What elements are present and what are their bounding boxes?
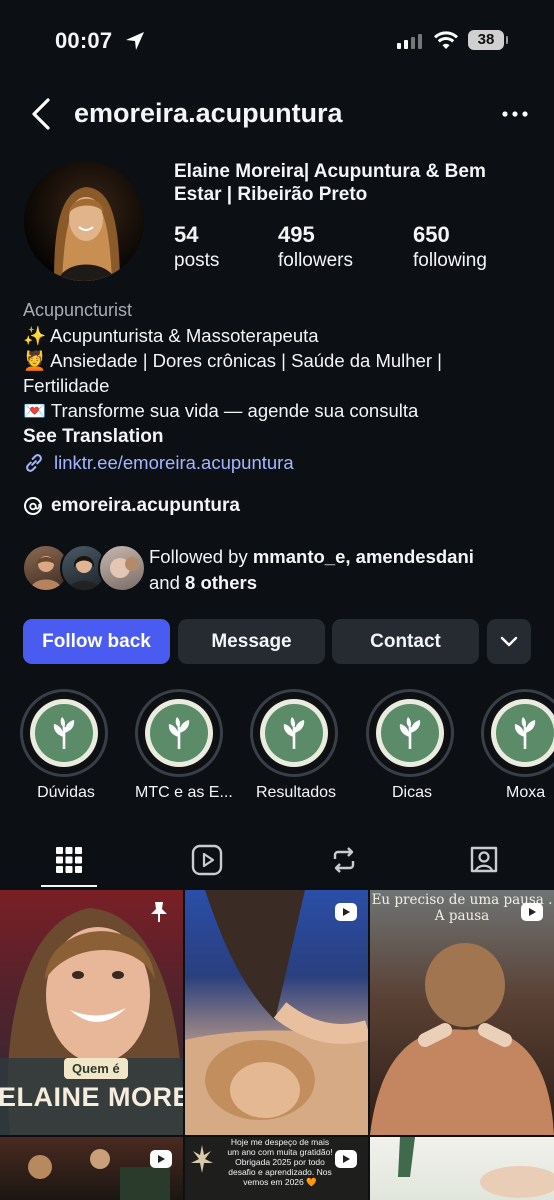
avatar: [98, 544, 146, 592]
tree-icon: [399, 717, 421, 749]
wifi-icon: [433, 31, 459, 49]
tab-reels[interactable]: [187, 840, 227, 880]
location-arrow-icon: [126, 32, 144, 50]
highlight-moxa[interactable]: Moxa: [481, 689, 554, 802]
profile-link[interactable]: linktr.ee/emoreira.acupuntura: [23, 452, 294, 474]
post-decoration-image: [191, 1145, 213, 1173]
followed-by-names: mmanto_e, amendesdani: [252, 546, 474, 567]
highlight-mtc[interactable]: MTC e as E...: [135, 689, 233, 802]
bio-line: ✨ Acupunturista & Massoterapeuta: [23, 325, 319, 346]
reel-badge-icon: [335, 1150, 357, 1168]
follow-back-button[interactable]: Follow back: [23, 619, 170, 664]
post-banner-text: ELAINE MOREIR: [0, 1082, 183, 1112]
bio-line: 💆 Ansiedade | Dores crônicas | Saúde da …: [23, 350, 442, 371]
mutual-followers-avatars[interactable]: [22, 544, 146, 592]
tab-tagged[interactable]: [464, 840, 504, 880]
highlight-label: Dicas: [391, 784, 432, 801]
followers-count-label: followers: [278, 250, 353, 271]
highlight-label: MTC e as E...: [135, 784, 233, 801]
grid-post[interactable]: [185, 890, 368, 1135]
active-tab-indicator: [41, 885, 97, 887]
grid-post[interactable]: [370, 1137, 554, 1200]
post-badge-text: Quem é: [64, 1058, 128, 1079]
followers-count-value: 495: [278, 222, 315, 247]
tree-icon: [168, 717, 190, 749]
followers-count[interactable]: 495 followers: [278, 222, 353, 272]
posts-count-value: 54: [174, 222, 199, 247]
cellular-signal-icon: [397, 33, 422, 49]
link-icon: [26, 454, 42, 472]
more-options-icon[interactable]: [500, 104, 530, 124]
threads-link[interactable]: emoreira.acupuntura: [23, 495, 240, 517]
avatar-portrait-image: [24, 161, 144, 281]
grid-icon: [56, 847, 82, 873]
post-thumbnail-image: [185, 890, 368, 1135]
profile-username: emoreira.acupuntura: [74, 98, 343, 128]
reel-badge-icon: [521, 903, 543, 921]
followed-by-others: 8 others: [185, 572, 257, 593]
suggested-accounts-button[interactable]: [487, 619, 531, 664]
tree-icon: [514, 717, 536, 749]
reel-badge-icon: [150, 1150, 172, 1168]
contact-button[interactable]: Contact: [332, 619, 479, 664]
highlight-resultados[interactable]: Resultados: [250, 689, 342, 802]
reel-badge-icon: [335, 903, 357, 921]
highlight-label: Moxa: [506, 784, 546, 801]
post-thumbnail-image: [398, 1137, 554, 1198]
grid-post[interactable]: Quem é ELAINE MOREIR: [0, 890, 183, 1135]
highlight-label: Resultados: [255, 784, 337, 801]
following-count[interactable]: 650 following: [413, 222, 487, 272]
highlight-dicas[interactable]: Dicas: [366, 689, 458, 802]
profile-display-name: Elaine Moreira| Acupuntura & Bem Estar |…: [174, 161, 486, 205]
threads-icon: [24, 497, 42, 515]
followed-by-text[interactable]: Followed by mmanto_e, amendesdani and 8 …: [149, 544, 529, 596]
profile-category: Acupuncturist: [23, 300, 133, 320]
pin-icon: [151, 902, 167, 922]
message-button[interactable]: Message: [178, 619, 325, 664]
posts-count[interactable]: 54 posts: [174, 222, 219, 272]
posts-count-label: posts: [174, 250, 220, 271]
grid-post[interactable]: Eu preciso de uma pausa . A pausa: [370, 890, 554, 1135]
tab-posts-grid[interactable]: [49, 840, 89, 880]
highlight-label: Dúvidas: [37, 784, 95, 801]
profile-bio: ✨ Acupunturista & Massoterapeuta 💆 Ansie…: [23, 323, 523, 423]
post-caption-text: Hoje me despeço de mais um ano com muita…: [227, 1137, 333, 1187]
bio-line: 💌 Transforme sua vida — agende sua consu…: [23, 400, 419, 421]
tree-icon: [283, 717, 305, 749]
highlight-duvidas[interactable]: Dúvidas: [20, 689, 112, 802]
followed-by-prefix: Followed by: [149, 546, 253, 567]
see-translation-link[interactable]: See Translation: [23, 426, 163, 448]
bio-line: Fertilidade: [23, 375, 110, 396]
threads-handle: emoreira.acupuntura: [51, 495, 240, 516]
reels-icon: [191, 844, 223, 876]
grid-post[interactable]: Hoje me despeço de mais um ano com muita…: [185, 1137, 368, 1200]
post-thumbnail-image: [370, 943, 554, 1135]
status-time: 00:07: [55, 28, 113, 53]
battery-indicator: 38: [468, 30, 508, 50]
chevron-down-icon: [500, 636, 518, 646]
profile-link-text: linktr.ee/emoreira.acupuntura: [54, 452, 294, 473]
tab-reposts[interactable]: [324, 840, 364, 880]
tagged-person-icon: [470, 846, 498, 873]
repost-icon: [333, 847, 355, 873]
following-count-label: following: [413, 250, 487, 271]
back-icon[interactable]: [28, 96, 58, 132]
following-count-value: 650: [413, 222, 450, 247]
profile-avatar[interactable]: [24, 161, 144, 281]
grid-post[interactable]: [0, 1137, 183, 1200]
tree-icon: [53, 717, 75, 749]
followed-by-and: and: [149, 572, 186, 593]
